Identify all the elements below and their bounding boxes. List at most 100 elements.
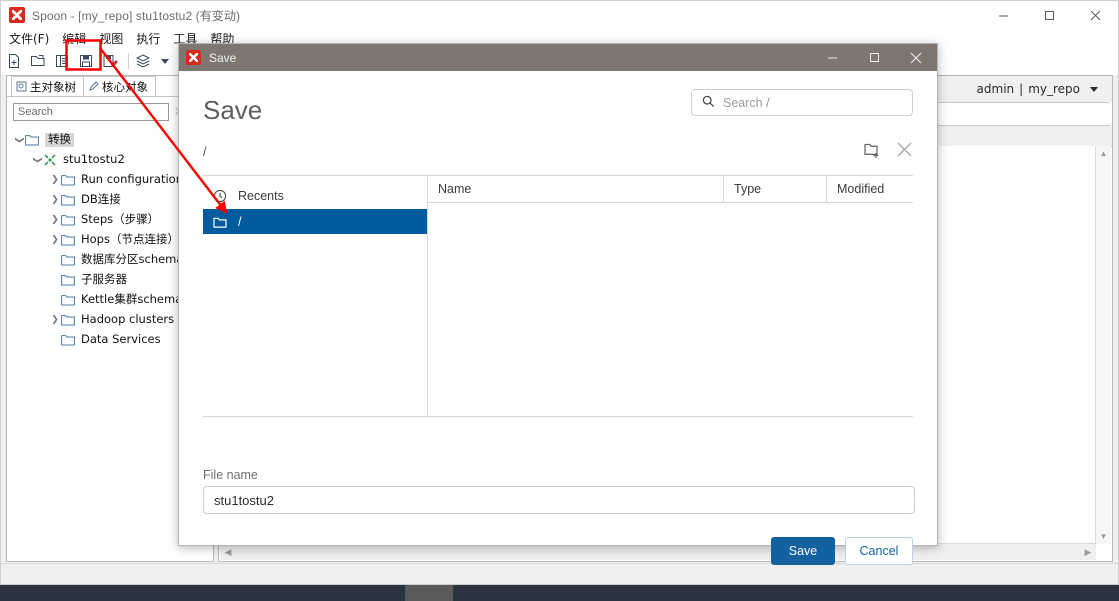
dialog-search-placeholder: Search / <box>723 96 770 110</box>
close-icon[interactable] <box>1072 1 1118 29</box>
save-as-icon[interactable] <box>102 53 118 69</box>
tree-node-label: DB连接 <box>81 194 121 206</box>
tree-spacer <box>49 275 61 285</box>
main-window-title: Spoon - [my_repo] stu1tostu2 (有变动) <box>32 7 240 24</box>
dialog-title: Save <box>209 51 236 65</box>
save-dialog: Save Save Search / <box>178 43 938 546</box>
scroll-up-icon[interactable]: ▲ <box>1096 146 1111 161</box>
file-name-label: File name <box>203 468 258 482</box>
menu-item-run[interactable]: 执行 <box>136 30 160 47</box>
folder-icon <box>61 234 75 246</box>
chevron-down-icon[interactable]: ❯ <box>14 134 24 146</box>
taskbar-active-window[interactable] <box>405 585 453 601</box>
breadcrumb[interactable]: / <box>203 145 206 159</box>
places-list: Recents / <box>203 176 428 416</box>
spoon-app-icon <box>9 7 25 23</box>
menu-item-file[interactable]: 文件(F) <box>9 30 49 47</box>
tree-spacer <box>49 295 61 305</box>
folder-icon <box>213 215 229 229</box>
minimize-icon[interactable] <box>980 1 1026 29</box>
dialog-path-row: / <box>203 139 913 165</box>
spoon-app-icon <box>186 50 201 65</box>
transformation-icon <box>43 154 57 166</box>
chevron-right-icon[interactable]: ❯ <box>49 315 61 325</box>
dialog-heading: Save <box>203 97 262 123</box>
folder-icon <box>61 194 75 206</box>
tab-core-objects[interactable]: 核心对象 <box>83 76 156 96</box>
search-input[interactable]: Search <box>13 103 169 121</box>
maximize-icon[interactable] <box>853 44 895 71</box>
chevron-right-icon[interactable]: ❯ <box>49 235 61 245</box>
layers-icon[interactable] <box>135 53 151 69</box>
path-actions <box>863 140 913 164</box>
file-list[interactable]: Name Type Modified <box>428 176 913 416</box>
tab-label: 核心对象 <box>102 79 148 95</box>
menu-item-view[interactable]: 视图 <box>99 30 123 47</box>
main-status-bar <box>1 563 1118 584</box>
tree-node-label: Data Services <box>81 334 161 346</box>
folder-icon <box>61 274 75 286</box>
clock-icon <box>213 189 229 203</box>
dialog-search-input[interactable]: Search / <box>691 89 913 116</box>
dialog-actions: Save Cancel <box>771 537 913 565</box>
new-folder-icon[interactable] <box>863 140 882 164</box>
minimize-icon[interactable] <box>811 44 853 71</box>
tree-node-label: Run configurations <box>81 174 189 186</box>
chevron-right-icon[interactable]: ❯ <box>49 195 61 205</box>
column-header-type[interactable]: Type <box>723 176 826 202</box>
new-file-icon[interactable] <box>6 53 22 69</box>
tree-node-label: Hops（节点连接） <box>81 234 179 246</box>
folder-icon <box>61 254 75 266</box>
cancel-button[interactable]: Cancel <box>845 537 913 565</box>
chevron-right-icon[interactable]: ❯ <box>49 215 61 225</box>
close-icon[interactable] <box>895 44 937 71</box>
column-header-name[interactable]: Name <box>428 176 723 202</box>
user-separator: | <box>1019 82 1023 96</box>
places-item-root[interactable]: / <box>203 209 427 234</box>
dropdown-caret-icon[interactable] <box>161 59 169 64</box>
places-item-label: Recents <box>238 189 284 203</box>
delete-icon[interactable] <box>896 141 913 163</box>
tree-node-label: stu1tostu2 <box>63 154 125 166</box>
maximize-icon[interactable] <box>1026 1 1072 29</box>
folder-icon <box>61 334 75 346</box>
dropdown-caret-icon[interactable] <box>1090 87 1098 92</box>
tab-label: 主对象树 <box>30 79 76 95</box>
main-title-bar: Spoon - [my_repo] stu1tostu2 (有变动) <box>1 1 1118 29</box>
explore-repository-icon[interactable] <box>54 53 70 69</box>
tree-node-label: Kettle集群schema <box>81 294 182 306</box>
scroll-left-icon[interactable]: ◀ <box>220 547 236 558</box>
places-item-label: / <box>238 215 241 229</box>
tree-spacer <box>49 335 61 345</box>
chevron-right-icon[interactable]: ❯ <box>49 175 61 185</box>
tree-view-icon <box>16 81 27 92</box>
dialog-title-bar: Save <box>179 44 937 71</box>
tree-node-label: 转换 <box>45 133 74 147</box>
main-window-controls <box>980 1 1118 29</box>
save-button[interactable]: Save <box>771 537 835 565</box>
open-file-icon[interactable] <box>30 53 46 69</box>
pencil-icon <box>88 81 99 92</box>
tab-main-object-tree[interactable]: 主对象树 <box>11 76 84 96</box>
screen: Spoon - [my_repo] stu1tostu2 (有变动) 文件(F)… <box>0 0 1119 601</box>
places-item-recents[interactable]: Recents <box>203 183 427 209</box>
folder-icon <box>25 134 39 146</box>
dialog-browser: Recents / Name Type Modified <box>203 175 913 417</box>
os-taskbar <box>0 585 1119 601</box>
canvas-vertical-scrollbar[interactable]: ▲ ▼ <box>1095 146 1111 544</box>
repository-label: my_repo <box>1028 82 1080 96</box>
column-header-modified[interactable]: Modified <box>826 176 913 202</box>
search-icon <box>702 95 715 111</box>
tree-node-label: 数据库分区schema <box>81 254 183 266</box>
save-icon[interactable] <box>78 53 94 69</box>
folder-icon <box>61 314 75 326</box>
tree-spacer <box>49 255 61 265</box>
tree-node-label: Hadoop clusters <box>81 314 174 326</box>
search-placeholder: Search <box>18 106 53 118</box>
chevron-down-icon[interactable]: ❯ <box>32 154 42 166</box>
scroll-right-icon[interactable]: ▶ <box>1080 547 1096 558</box>
scroll-down-icon[interactable]: ▼ <box>1096 529 1111 544</box>
menu-item-edit[interactable]: 编辑 <box>62 30 86 47</box>
file-name-input[interactable]: stu1tostu2 <box>203 486 915 514</box>
dialog-header: Save Search / <box>179 71 937 123</box>
